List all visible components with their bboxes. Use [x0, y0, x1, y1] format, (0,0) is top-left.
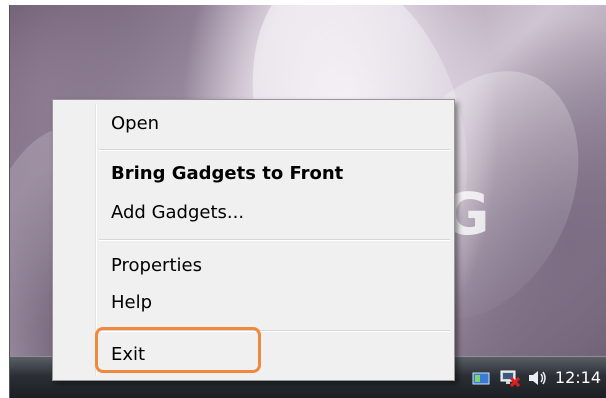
- menu-item-properties[interactable]: Properties: [111, 251, 450, 281]
- menu-item-bring-gadgets-to-front[interactable]: Bring Gadgets to Front: [111, 159, 450, 189]
- menu-item-open[interactable]: Open: [111, 109, 450, 139]
- system-tray: 12:14: [471, 357, 606, 398]
- taskbar-clock[interactable]: 12:14: [555, 368, 601, 387]
- network-disconnected-icon[interactable]: [499, 369, 520, 387]
- menu-separator: [99, 239, 450, 241]
- gadgets-context-menu: Open Bring Gadgets to Front Add Gadgets.…: [52, 99, 455, 381]
- menu-item-add-gadgets[interactable]: Add Gadgets...: [111, 198, 450, 228]
- menu-item-exit[interactable]: Exit: [111, 340, 450, 370]
- menu-item-help[interactable]: Help: [111, 288, 450, 318]
- menu-separator: [99, 149, 450, 151]
- volume-icon[interactable]: [527, 369, 547, 387]
- menu-separator: [99, 330, 450, 332]
- show-desktop-icon[interactable]: [471, 369, 491, 387]
